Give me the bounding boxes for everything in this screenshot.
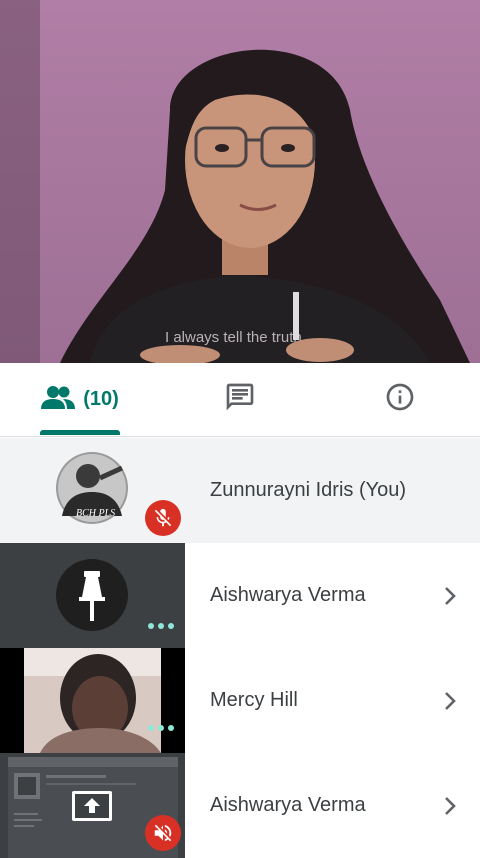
participant-list: BCH PLS Zunnurayni Idris (You) Aishwarya… bbox=[0, 438, 480, 858]
more-dots-icon[interactable] bbox=[148, 725, 174, 731]
more-dots-icon[interactable] bbox=[148, 623, 174, 629]
avatar-text: BCH PLS bbox=[76, 508, 115, 519]
mic-off-icon bbox=[145, 500, 181, 536]
participant-row[interactable]: Aishwarya Verma bbox=[0, 753, 480, 858]
tab-chat[interactable] bbox=[160, 363, 320, 436]
participant-name: Mercy Hill bbox=[210, 689, 298, 711]
tab-people[interactable]: (10) bbox=[0, 363, 160, 436]
participant-name: Zunnurayni Idris (You) bbox=[210, 479, 407, 501]
volume-off-icon bbox=[145, 815, 181, 851]
participant-name: Aishwarya Verma bbox=[210, 584, 366, 606]
participant-video-thumbnail bbox=[0, 648, 185, 753]
tab-info[interactable] bbox=[320, 363, 480, 436]
chevron-right-icon[interactable] bbox=[440, 690, 460, 712]
participant-row-self[interactable]: BCH PLS Zunnurayni Idris (You) bbox=[0, 438, 480, 543]
active-tab-indicator bbox=[40, 430, 120, 435]
participant-name: Aishwarya Verma bbox=[210, 794, 366, 816]
chat-icon bbox=[224, 381, 256, 418]
screen-share-icon bbox=[72, 791, 112, 821]
shirt-print-text: I always tell the truth bbox=[165, 329, 302, 346]
participant-count: (10) bbox=[83, 388, 119, 410]
people-icon bbox=[41, 385, 76, 414]
info-icon bbox=[384, 381, 416, 418]
participant-row[interactable]: Mercy Hill bbox=[0, 648, 480, 753]
speaker-video-frame: I always tell the truth bbox=[0, 0, 470, 363]
participant-row[interactable]: Aishwarya Verma bbox=[0, 543, 480, 648]
chevron-right-icon[interactable] bbox=[440, 795, 460, 817]
participant-thumbnail bbox=[0, 543, 185, 648]
main-video-feed[interactable]: I always tell the truth bbox=[0, 0, 480, 363]
chevron-right-icon[interactable] bbox=[440, 585, 460, 607]
side-panel-tabs: (10) bbox=[0, 363, 480, 437]
